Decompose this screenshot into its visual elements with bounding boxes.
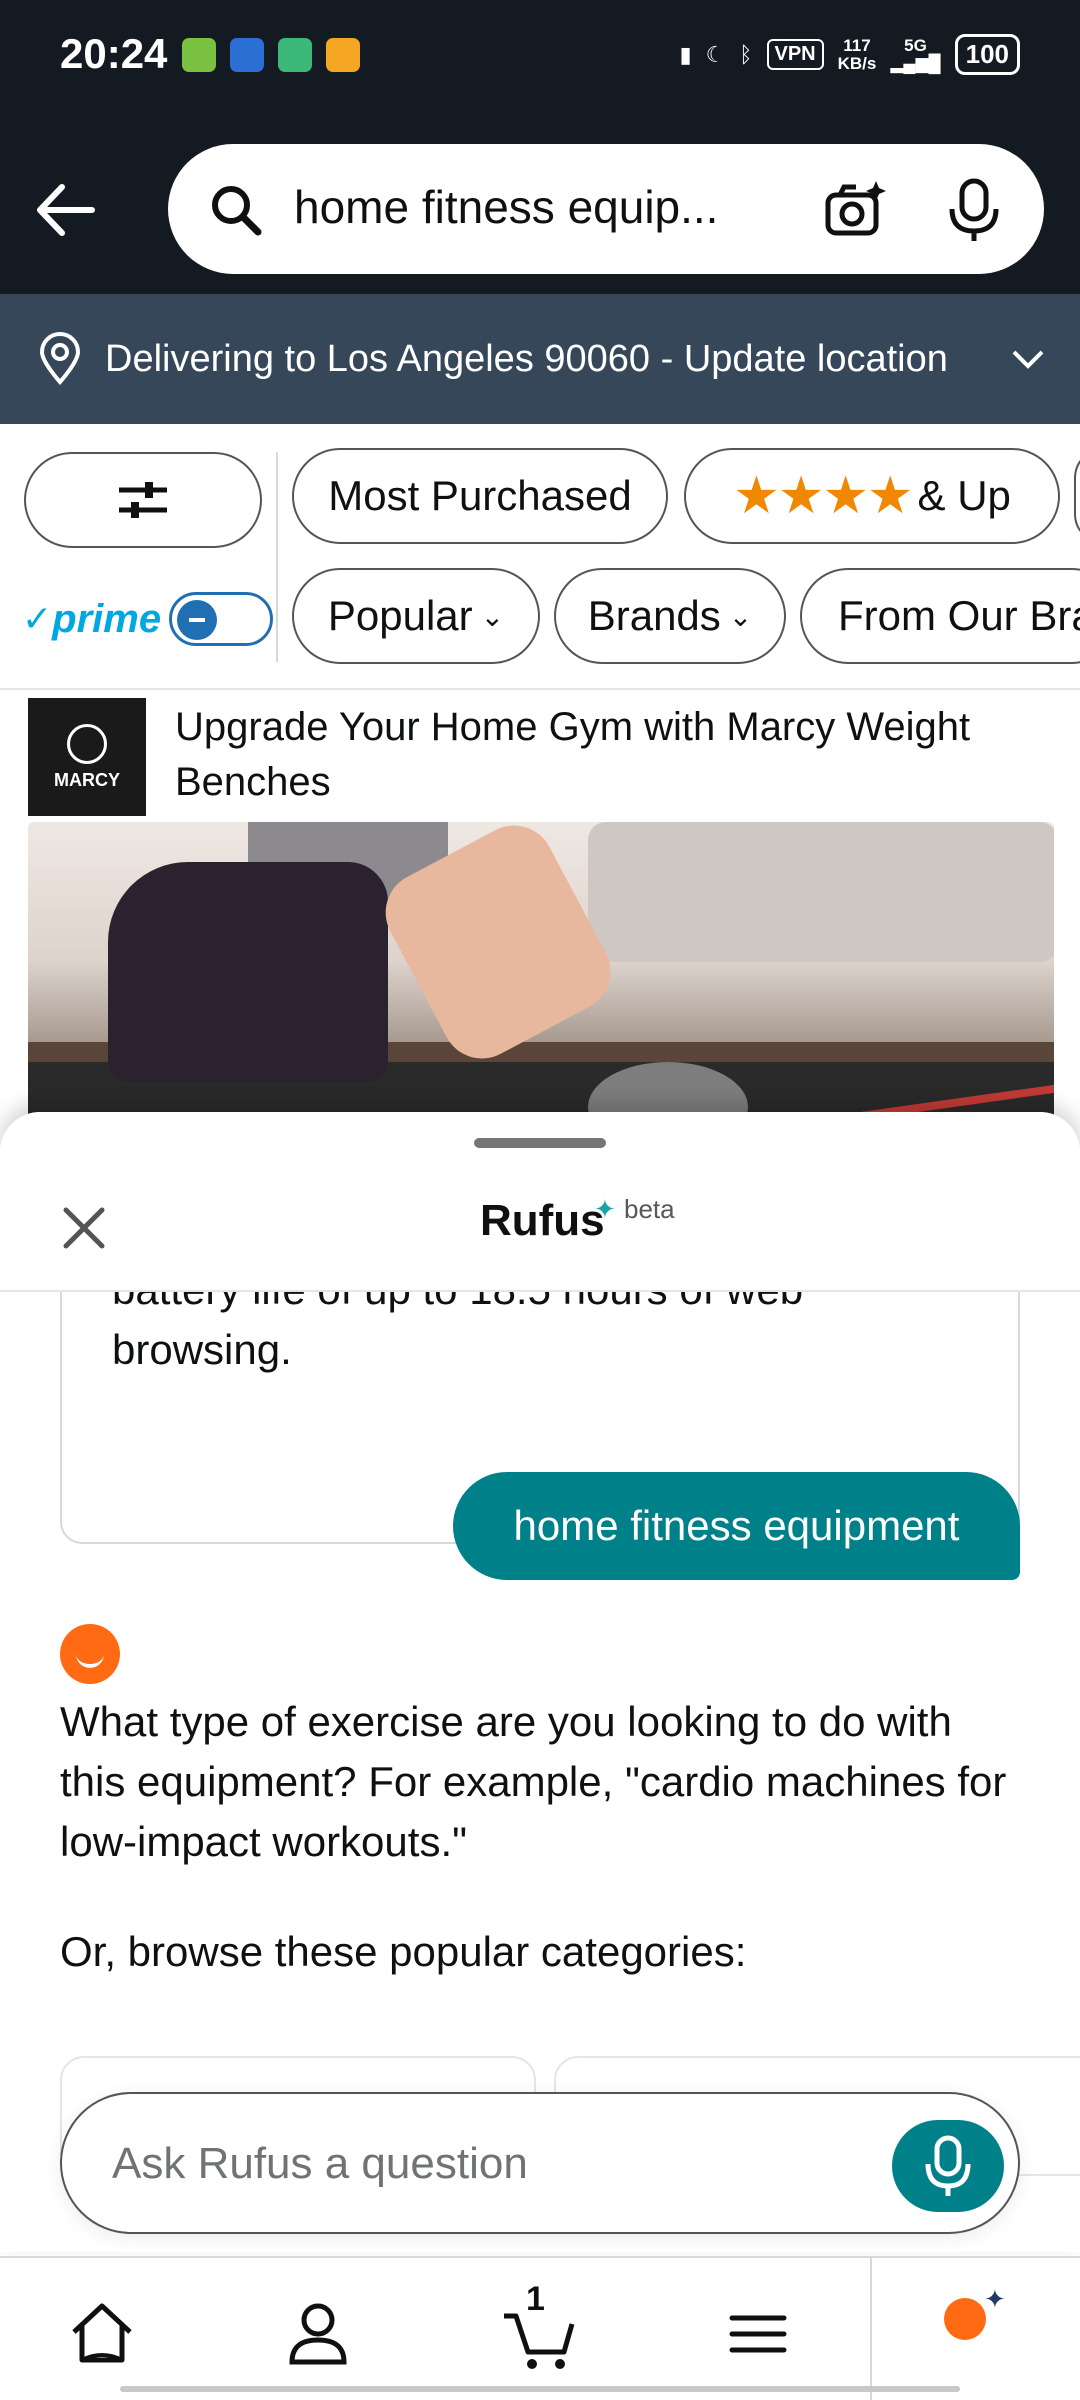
rufus-icon bbox=[944, 2298, 986, 2340]
prime-toggle[interactable] bbox=[169, 592, 274, 646]
user-icon bbox=[289, 2303, 347, 2365]
vpn-badge: VPN bbox=[766, 39, 824, 70]
filter-settings-button[interactable] bbox=[24, 452, 262, 548]
chevron-down-icon bbox=[1012, 350, 1044, 369]
prime-logo: prime bbox=[52, 596, 162, 641]
image-sofa bbox=[588, 822, 1054, 962]
camera-search-icon[interactable] bbox=[822, 177, 888, 243]
filter-pill-overflow[interactable] bbox=[1074, 448, 1080, 544]
sliders-icon bbox=[119, 482, 167, 518]
rufus-avatar-icon bbox=[60, 1624, 120, 1684]
app-notification-icon bbox=[230, 38, 264, 72]
filter-divider bbox=[276, 452, 278, 662]
search-header: home fitness equip... bbox=[0, 120, 1080, 294]
sparkle-icon: ✦ bbox=[594, 1194, 616, 1224]
nav-account[interactable] bbox=[278, 2294, 358, 2374]
status-bar: 20:24 ▮ ☾ ᛒ VPN 117 KB/s 5G ▂▄▆█ 100 bbox=[0, 0, 1080, 120]
rufus-answer-followup: Or, browse these popular categories: bbox=[60, 1928, 747, 1975]
rufus-header: Rufus ✦ beta bbox=[0, 1112, 1080, 1292]
status-indicators: ▮ ☾ ᛒ VPN 117 KB/s 5G ▂▄▆█ 100 bbox=[679, 34, 1020, 75]
header-divider bbox=[0, 1290, 1080, 1292]
nav-menu[interactable] bbox=[718, 2294, 798, 2374]
close-icon[interactable] bbox=[54, 1198, 114, 1258]
signal-icon: ▂▄▆█ bbox=[890, 53, 941, 73]
app-notification-icon bbox=[278, 38, 312, 72]
chevron-down-icon: ⌄ bbox=[728, 600, 753, 632]
search-input[interactable]: home fitness equip... bbox=[294, 180, 718, 234]
network-speed: 117 KB/s bbox=[837, 35, 877, 73]
app-notification-icon bbox=[182, 38, 216, 72]
filter-brands[interactable]: Brands ⌄ bbox=[554, 568, 786, 664]
back-button[interactable] bbox=[30, 175, 100, 245]
moon-icon: ☾ bbox=[705, 41, 726, 67]
rufus-answer: What type of exercise are you looking to… bbox=[60, 1698, 1007, 1865]
marcy-logo[interactable]: MARCY bbox=[28, 698, 146, 816]
home-icon bbox=[72, 2303, 132, 2363]
filter-bar: Most Purchased ★★★★ & Up ✓ prime Popular… bbox=[0, 424, 1080, 690]
image-person bbox=[108, 862, 388, 1082]
location-pin-icon bbox=[39, 332, 81, 385]
vibrate-icon: ▮ bbox=[679, 41, 692, 67]
delivery-location-text[interactable]: Delivering to Los Angeles 90060 - Update… bbox=[105, 338, 948, 381]
prime-check-icon: ✓ bbox=[22, 598, 53, 639]
home-indicator[interactable] bbox=[120, 2386, 960, 2392]
back-arrow-icon bbox=[37, 184, 95, 236]
filter-from-our-brands[interactable]: From Our Bra bbox=[800, 568, 1080, 664]
chevron-down-icon: ⌄ bbox=[480, 600, 505, 632]
battery-indicator: 100 bbox=[954, 34, 1020, 75]
ask-rufus-box[interactable] bbox=[60, 2092, 1020, 2234]
user-message-bubble: home fitness equipment bbox=[453, 1472, 1020, 1580]
beta-badge: beta bbox=[624, 1194, 675, 1224]
nav-cart[interactable]: 1 bbox=[498, 2280, 578, 2374]
bottom-navigation: 1 ✦ bbox=[0, 2256, 1080, 2400]
voice-input-button[interactable] bbox=[892, 2120, 1004, 2212]
bluetooth-icon: ᛒ bbox=[739, 41, 753, 67]
sparkle-icon: ✦ bbox=[984, 2284, 1006, 2314]
prime-filter[interactable]: ✓ prime bbox=[22, 592, 274, 646]
microphone-icon[interactable] bbox=[944, 177, 1004, 243]
search-icon bbox=[212, 186, 262, 236]
ask-rufus-input[interactable] bbox=[112, 2134, 812, 2194]
menu-icon bbox=[729, 2315, 787, 2353]
filter-popular[interactable]: Popular ⌄ bbox=[292, 568, 540, 664]
sheet-drag-handle[interactable] bbox=[474, 1138, 606, 1148]
sponsored-title[interactable]: Upgrade Your Home Gym with Marcy Weight … bbox=[175, 700, 1055, 810]
marcy-logo-mark bbox=[67, 723, 107, 764]
star-rating-icon: ★★★★ bbox=[733, 467, 913, 525]
delivery-location-bar[interactable]: Delivering to Los Angeles 90060 - Update… bbox=[0, 294, 1080, 424]
nav-rufus[interactable]: ✦ bbox=[870, 2258, 1080, 2400]
rufus-title: Rufus bbox=[480, 1196, 605, 1245]
app-notification-icon bbox=[326, 38, 360, 72]
microphone-icon bbox=[925, 2135, 971, 2196]
search-bar[interactable]: home fitness equip... bbox=[168, 144, 1044, 274]
toggle-knob bbox=[177, 600, 218, 640]
rufus-panel: battery life of up to 18.5 hours of web … bbox=[0, 1112, 1080, 2252]
sponsored-banner[interactable]: MARCY Upgrade Your Home Gym with Marcy W… bbox=[0, 690, 1080, 1132]
status-time: 20:24 bbox=[60, 30, 168, 77]
sponsored-image[interactable] bbox=[28, 822, 1054, 1132]
filter-most-purchased[interactable]: Most Purchased bbox=[292, 448, 668, 544]
status-app-icons bbox=[182, 38, 360, 72]
cart-count-badge: 1 bbox=[526, 2280, 545, 2318]
nav-home[interactable] bbox=[62, 2294, 142, 2374]
network-type: 5G ▂▄▆█ bbox=[890, 35, 941, 73]
filter-rating[interactable]: ★★★★ & Up bbox=[684, 448, 1060, 544]
